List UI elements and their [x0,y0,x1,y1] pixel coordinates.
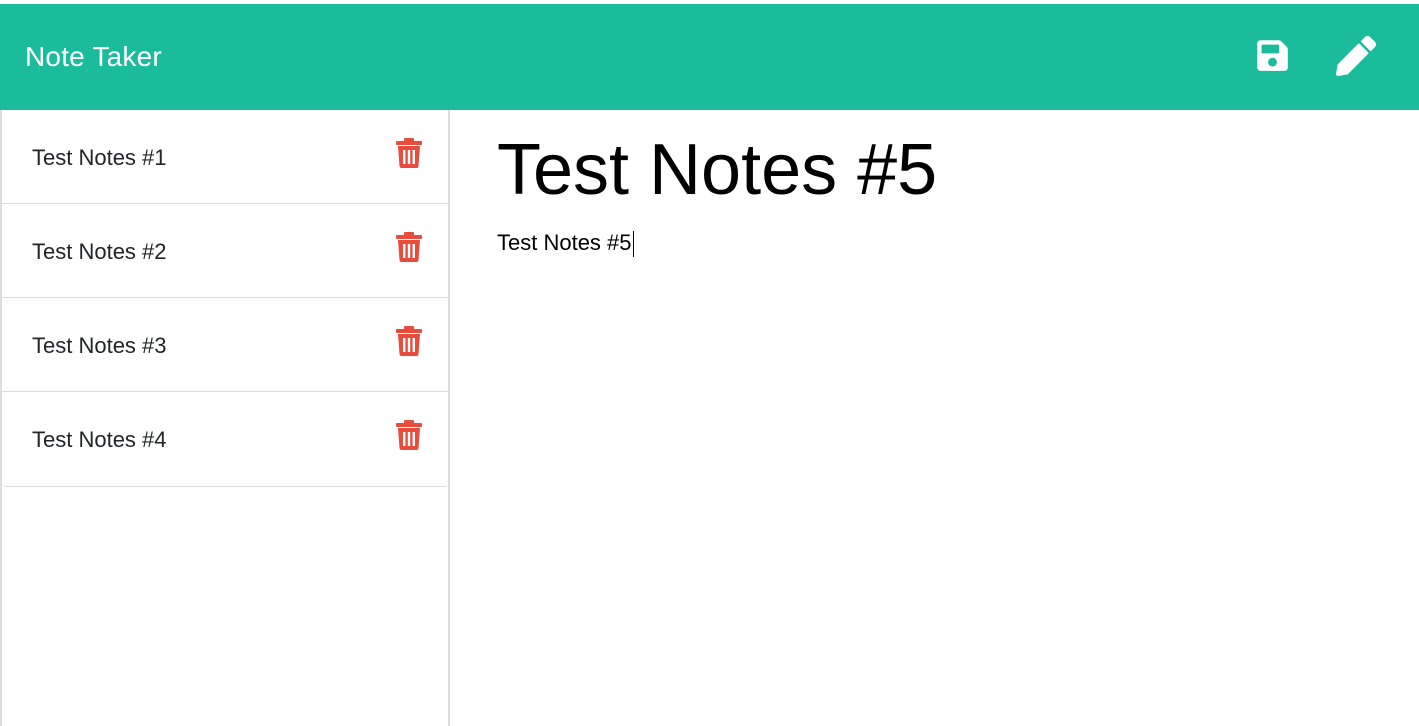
note-list: Test Notes #1 Test Notes #2 Test Notes #… [2,110,448,487]
navbar: Note Taker [0,4,1419,110]
save-icon[interactable] [1255,38,1290,73]
trash-icon[interactable] [396,138,422,168]
list-item[interactable]: Test Notes #2 [2,204,448,298]
note-textarea[interactable]: Test Notes #5 [497,228,1377,708]
note-title[interactable]: Test Notes #4 [32,426,167,454]
note-title-input[interactable] [497,130,1377,210]
trash-icon[interactable] [396,420,422,450]
note-title[interactable]: Test Notes #3 [32,332,167,360]
list-item[interactable]: Test Notes #1 [2,110,448,204]
notes-sidebar: Test Notes #1 Test Notes #2 Test Notes #… [0,110,450,726]
trash-icon[interactable] [396,326,422,356]
note-editor: Test Notes #5 [450,110,1419,726]
text-cursor [633,231,634,257]
list-item[interactable]: Test Notes #3 [2,298,448,392]
app-brand[interactable]: Note Taker [25,40,162,74]
note-title[interactable]: Test Notes #2 [32,238,167,266]
note-title[interactable]: Test Notes #1 [32,144,167,172]
list-item[interactable]: Test Notes #4 [2,392,448,486]
trash-icon[interactable] [396,232,422,262]
pencil-icon[interactable] [1336,36,1376,77]
